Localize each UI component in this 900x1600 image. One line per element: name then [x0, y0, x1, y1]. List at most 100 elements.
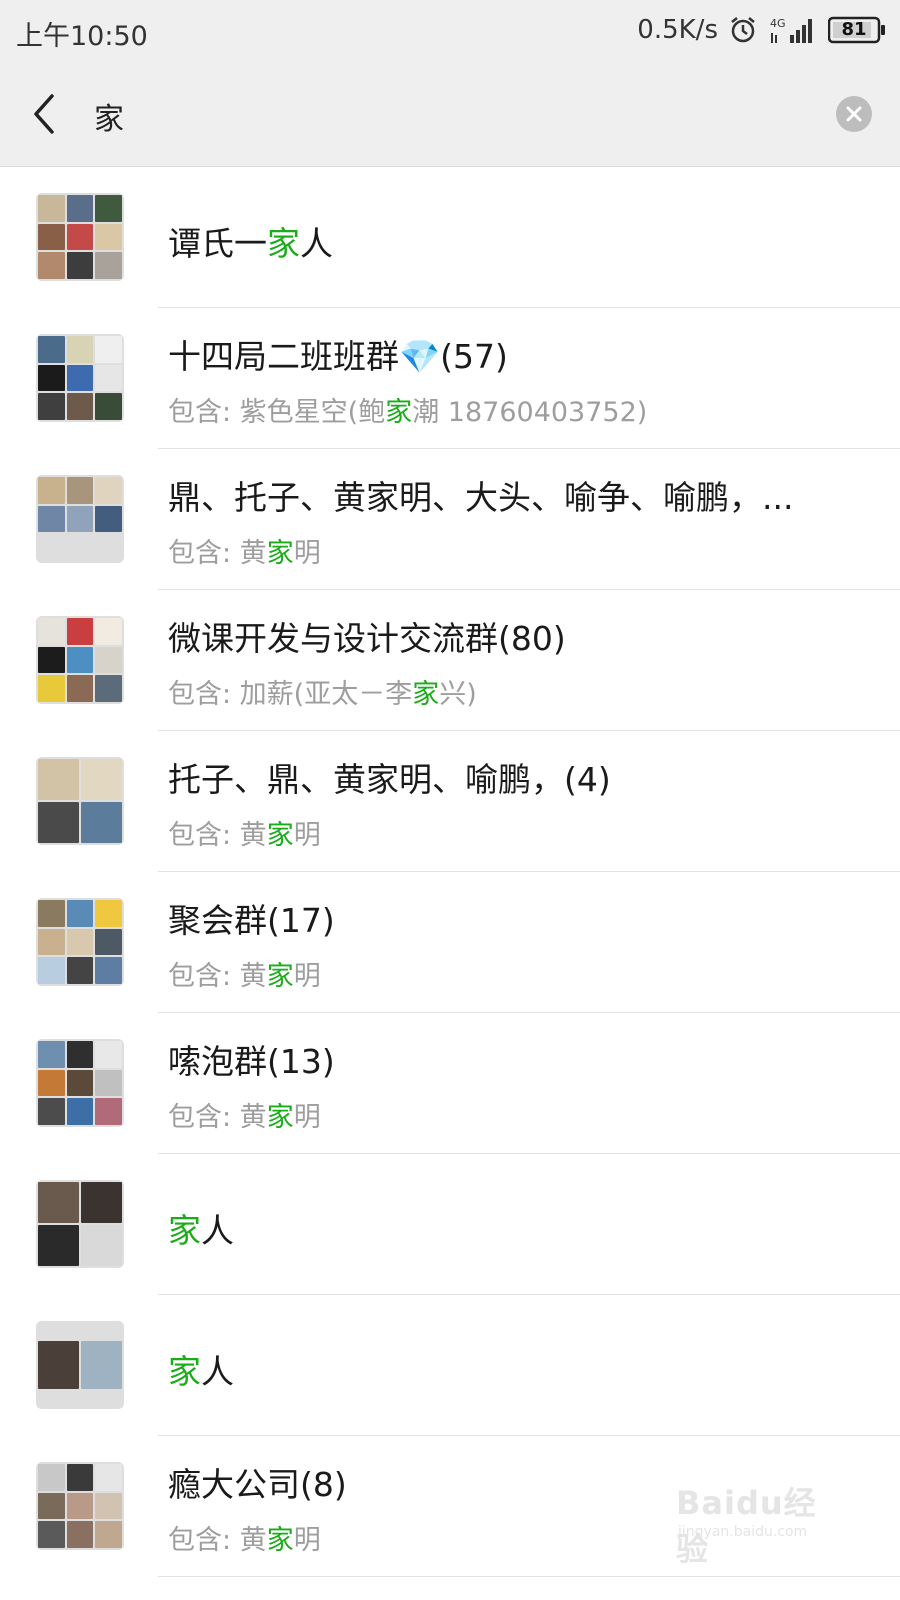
- subtitle-text: 包含: 黄: [168, 1525, 267, 1556]
- subtitle-text: 明: [293, 961, 321, 992]
- title-highlight: 家: [168, 1352, 201, 1391]
- avatar-tile: [38, 1069, 65, 1097]
- result-title: 家人: [168, 1345, 840, 1393]
- avatar-tile: [95, 1041, 122, 1068]
- result-subtitle: 包含: 黄家明: [168, 531, 860, 570]
- result-subtitle: 包含: 黄家明: [168, 954, 860, 993]
- result-row[interactable]: 家人: [0, 1154, 900, 1295]
- avatar-tile: [38, 505, 65, 533]
- subtitle-text: 兴): [439, 679, 477, 710]
- avatar-tile: [81, 1182, 122, 1223]
- search-input[interactable]: 家: [94, 94, 124, 138]
- avatar-tile: [66, 1098, 94, 1125]
- result-title: 谭氏一家人: [168, 217, 840, 265]
- avatar-tile: [95, 900, 122, 927]
- result-subtitle: 包含: 紫色星空(鲍家潮 18760403752): [168, 390, 860, 429]
- result-title: 嗦泡群(13): [168, 1035, 840, 1083]
- avatar-tile: [38, 1492, 65, 1520]
- title-text: 💎(57): [399, 337, 508, 376]
- avatar-tile: [95, 477, 122, 504]
- avatar-tile: [66, 223, 94, 251]
- subtitle-highlight: 家: [266, 538, 294, 569]
- avatar-tile: [95, 618, 122, 645]
- avatar-tile: [38, 1041, 65, 1068]
- result-row[interactable]: 托子、鼎、黄家明、喻鹏，(4) 包含: 黄家明: [0, 731, 900, 872]
- watermark-url: jingyan.baidu.com: [678, 1524, 808, 1540]
- network-speed: 0.5K/s: [637, 15, 718, 45]
- avatar-tile: [95, 675, 122, 702]
- avatar-tile: [81, 759, 122, 800]
- clear-search-icon[interactable]: [836, 96, 872, 132]
- network-type: 4G: [770, 17, 786, 30]
- group-avatar: [36, 475, 124, 563]
- avatar-tile: [38, 957, 65, 984]
- avatar-tile: [95, 957, 122, 984]
- row-divider: [158, 1576, 900, 1577]
- avatar-tile: [66, 1521, 94, 1548]
- avatar-tile: [38, 900, 65, 927]
- subtitle-highlight: 家: [266, 961, 294, 992]
- subtitle-text: 明: [293, 538, 321, 569]
- result-row[interactable]: 嗦泡群(13) 包含: 黄家明: [0, 1013, 900, 1154]
- result-row[interactable]: 鼎、托子、黄家明、大头、喻争、喻鹏，... 包含: 黄家明: [0, 449, 900, 590]
- avatar-tile: [38, 1098, 65, 1125]
- avatar-tile: [66, 900, 94, 927]
- back-arrow-icon[interactable]: [30, 92, 60, 136]
- avatar-tile: [66, 1492, 94, 1520]
- status-time: 上午10:50: [16, 21, 148, 52]
- subtitle-highlight: 家: [412, 679, 440, 710]
- subtitle-text: 包含: 黄: [168, 538, 267, 569]
- group-avatar: [36, 757, 124, 845]
- avatar-tile: [38, 618, 65, 645]
- avatar-tile: [95, 505, 122, 533]
- battery-icon: 81: [828, 16, 886, 44]
- result-row[interactable]: 微课开发与设计交流群(80) 包含: 加薪(亚太－李家兴): [0, 590, 900, 731]
- avatar-tile: [95, 1521, 122, 1548]
- avatar-tile: [95, 646, 122, 674]
- result-row[interactable]: 谭氏一家人: [0, 167, 900, 308]
- baidu-watermark: Baidu经验 jingyan.baidu.com: [676, 1478, 846, 1568]
- avatar-tile: [38, 1521, 65, 1548]
- result-title: 微课开发与设计交流群(80): [168, 612, 840, 660]
- result-row[interactable]: 聚会群(17) 包含: 黄家明: [0, 872, 900, 1013]
- group-avatar: [36, 616, 124, 704]
- title-text: 微课开发与设计交流群(80): [168, 619, 566, 658]
- group-avatar: [36, 1180, 124, 1268]
- search-header: 家: [0, 62, 900, 167]
- avatar-tile: [95, 1464, 122, 1491]
- group-avatar: [36, 193, 124, 281]
- subtitle-text: 包含: 黄: [168, 820, 267, 851]
- avatar-tile: [95, 223, 122, 251]
- avatar-tile: [66, 477, 94, 504]
- avatar-tile: [81, 802, 122, 843]
- avatar-tile: [95, 252, 122, 279]
- avatar-tile: [66, 675, 94, 702]
- avatar-tile: [38, 336, 65, 363]
- subtitle-text: 明: [293, 1525, 321, 1556]
- subtitle-highlight: 家: [266, 1525, 294, 1556]
- result-row[interactable]: 家人: [0, 1295, 900, 1436]
- status-bar: 上午10:50 0.5K/s 4G 81: [0, 0, 900, 62]
- avatar-tile: [38, 802, 79, 843]
- avatar-tile: [66, 1069, 94, 1097]
- title-text: 十四局二班班群: [168, 337, 399, 376]
- avatar-tile: [38, 223, 65, 251]
- subtitle-text: 包含: 加薪(亚太－李: [168, 679, 413, 710]
- result-subtitle: 包含: 黄家明: [168, 1095, 860, 1134]
- result-row[interactable]: 十四局二班班群💎(57) 包含: 紫色星空(鲍家潮 18760403752): [0, 308, 900, 449]
- avatar-tile: [95, 195, 122, 222]
- title-highlight: 家: [168, 1211, 201, 1250]
- subtitle-text: 明: [293, 820, 321, 851]
- alarm-icon: [728, 15, 758, 45]
- search-results-list: 谭氏一家人十四局二班班群💎(57) 包含: 紫色星空(鲍家潮 1876040375…: [0, 167, 900, 1577]
- avatar-tile: [38, 928, 65, 956]
- avatar-tile: [66, 393, 94, 420]
- avatar-tile: [66, 957, 94, 984]
- avatar-tile: [66, 1041, 94, 1068]
- avatar-tile: [66, 618, 94, 645]
- title-text: 托子、鼎、黄家明、喻鹏，(4): [168, 760, 611, 799]
- avatar-tile: [66, 364, 94, 392]
- result-title: 聚会群(17): [168, 894, 840, 942]
- result-subtitle: 包含: 黄家明: [168, 813, 860, 852]
- avatar-tile: [81, 1225, 122, 1266]
